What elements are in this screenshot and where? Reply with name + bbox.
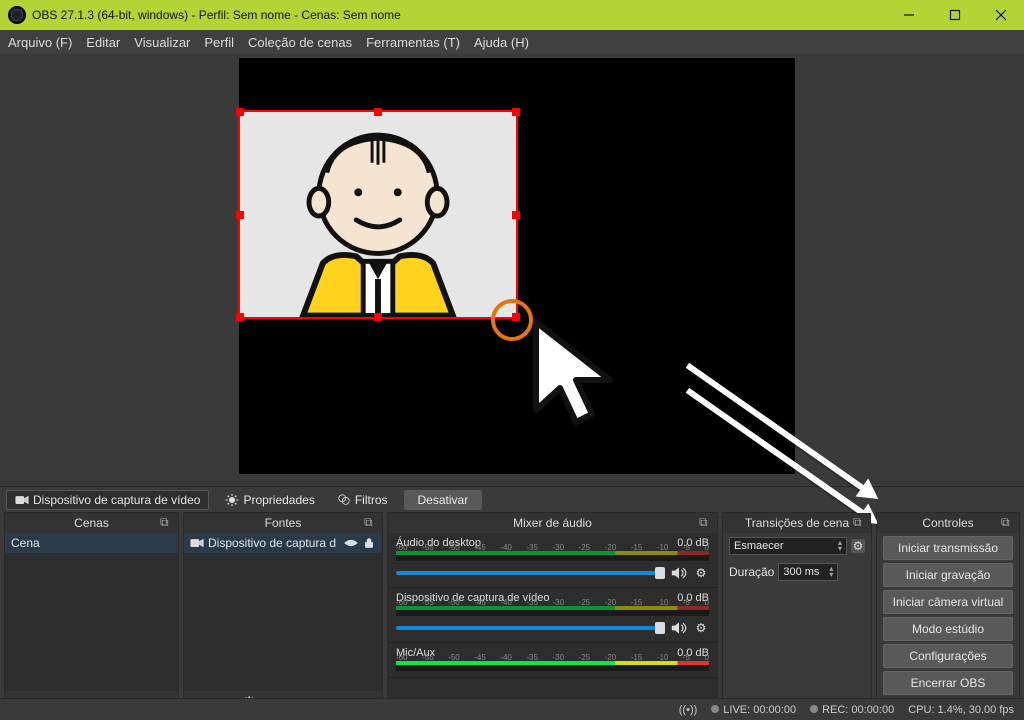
controls-title: Controles <box>922 516 973 530</box>
undock-icon[interactable]: ⧉ <box>853 515 867 529</box>
annotation-cursor-icon <box>526 314 636 434</box>
camera-icon <box>15 493 29 507</box>
titlebar: OBS 27.1.3 (64-bit, windows) - Perfil: S… <box>0 0 1024 30</box>
scene-item[interactable]: Cena <box>5 533 178 553</box>
source-item[interactable]: Dispositivo de captura d <box>184 533 382 553</box>
start-streaming-button[interactable]: Iniciar transmissão <box>883 536 1013 560</box>
volume-slider[interactable] <box>396 571 665 575</box>
start-virtualcam-button[interactable]: Iniciar câmera virtual <box>883 590 1013 614</box>
gear-icon[interactable]: ⚙ <box>693 620 709 636</box>
status-cpu: CPU: 1.4%, 30.00 fps <box>908 704 1014 716</box>
gear-icon <box>225 493 239 507</box>
minimize-button[interactable] <box>886 0 932 30</box>
camera-icon <box>190 536 204 550</box>
app-logo-icon <box>8 6 26 24</box>
filters-icon <box>337 493 351 507</box>
filters-button[interactable]: Filtros <box>331 491 394 509</box>
audio-meter: -60-55-50-45-40-35-30-25-20-15-10-50 <box>396 661 709 671</box>
gear-icon[interactable]: ⚙ <box>693 565 709 581</box>
selected-source-label: Dispositivo de captura de vídeo <box>33 493 200 507</box>
transition-select[interactable]: Esmaecer▴▾ <box>729 537 847 555</box>
menu-profile[interactable]: Perfil <box>204 35 234 50</box>
menu-file[interactable]: Arquivo (F) <box>8 35 72 50</box>
broadcast-icon: ((•)) <box>679 704 698 716</box>
start-recording-button[interactable]: Iniciar gravação <box>883 563 1013 587</box>
studio-mode-button[interactable]: Modo estúdio <box>883 617 1013 641</box>
audio-meter: -60-55-50-45-40-35-30-25-20-15-10-50 <box>396 551 709 561</box>
resize-handle-top-mid[interactable] <box>374 108 382 116</box>
volume-slider[interactable] <box>396 626 665 630</box>
resize-handle-bot-mid[interactable] <box>374 313 382 321</box>
chevron-updown-icon: ▴▾ <box>829 566 833 578</box>
preview-area[interactable] <box>0 54 1024 486</box>
scenes-panel: Cenas⧉ Cena ＋ － ∧ ∨ <box>4 512 179 716</box>
visibility-eye-icon[interactable] <box>344 536 358 550</box>
menubar: Arquivo (F) Editar Visualizar Perfil Col… <box>0 30 1024 54</box>
duration-label: Duração <box>729 565 774 579</box>
properties-button[interactable]: Propriedades <box>219 491 320 509</box>
status-live: LIVE: 00:00:00 <box>711 704 796 716</box>
exit-button[interactable]: Encerrar OBS <box>883 671 1013 695</box>
resize-handle-bot-left[interactable] <box>236 313 244 321</box>
speaker-icon[interactable] <box>671 620 687 636</box>
statusbar: ((•)) LIVE: 00:00:00 REC: 00:00:00 CPU: … <box>0 698 1024 720</box>
transitions-title: Transições de cena <box>745 516 849 530</box>
scenes-title: Cenas <box>74 516 109 530</box>
speaker-icon[interactable] <box>671 565 687 581</box>
menu-edit[interactable]: Editar <box>86 35 120 50</box>
menu-view[interactable]: Visualizar <box>134 35 190 50</box>
docks-row: Cenas⧉ Cena ＋ － ∧ ∨ Fontes⧉ Dispositivo … <box>0 512 1024 720</box>
undock-icon[interactable]: ⧉ <box>1001 515 1015 529</box>
selected-source-bounds[interactable] <box>238 110 518 319</box>
resize-handle-top-right[interactable] <box>512 108 520 116</box>
duration-spinner[interactable]: 300 ms▴▾ <box>778 563 838 581</box>
deactivate-button[interactable]: Desativar <box>404 490 483 510</box>
menu-tools[interactable]: Ferramentas (T) <box>366 35 460 50</box>
undock-icon[interactable]: ⧉ <box>699 515 713 529</box>
selected-source-chip: Dispositivo de captura de vídeo <box>6 490 209 510</box>
undock-icon[interactable]: ⧉ <box>160 515 174 529</box>
settings-button[interactable]: Configurações <box>883 644 1013 668</box>
mixer-track: Dispositivo de captura de vídeo0.0 dB -6… <box>388 588 717 643</box>
audio-meter: -60-55-50-45-40-35-30-25-20-15-10-50 <box>396 606 709 616</box>
mixer-track: Mic/Aux0.0 dB -60-55-50-45-40-35-30-25-2… <box>388 643 717 678</box>
audio-mixer-panel: Mixer de áudio ⧉ Áudio do desktop0.0 dB -… <box>387 512 718 716</box>
undock-icon[interactable]: ⧉ <box>364 515 378 529</box>
sources-panel: Fontes⧉ Dispositivo de captura d ＋ － ⚙ ∧… <box>183 512 383 716</box>
mixer-title: Mixer de áudio <box>513 516 592 530</box>
resize-handle-top-left[interactable] <box>236 108 244 116</box>
video-source-content <box>240 112 516 317</box>
resize-handle-left-mid[interactable] <box>236 211 244 219</box>
sources-title: Fontes <box>265 516 302 530</box>
status-rec: REC: 00:00:00 <box>810 704 894 716</box>
gear-icon[interactable]: ⚙ <box>851 539 865 553</box>
lock-icon[interactable] <box>362 536 376 550</box>
close-button[interactable] <box>978 0 1024 30</box>
mixer-track: Áudio do desktop0.0 dB -60-55-50-45-40-3… <box>388 533 717 588</box>
chevron-updown-icon: ▴▾ <box>838 540 842 552</box>
controls-panel: Controles ⧉ Iniciar transmissão Iniciar g… <box>876 512 1020 716</box>
menu-scene-collection[interactable]: Coleção de cenas <box>248 35 352 50</box>
resize-handle-right-mid[interactable] <box>512 211 520 219</box>
menu-help[interactable]: Ajuda (H) <box>474 35 529 50</box>
maximize-button[interactable] <box>932 0 978 30</box>
window-title: OBS 27.1.3 (64-bit, windows) - Perfil: S… <box>32 8 886 22</box>
transitions-panel: Transições de cena ⧉ Esmaecer▴▾ ⚙ Duração… <box>722 512 872 716</box>
